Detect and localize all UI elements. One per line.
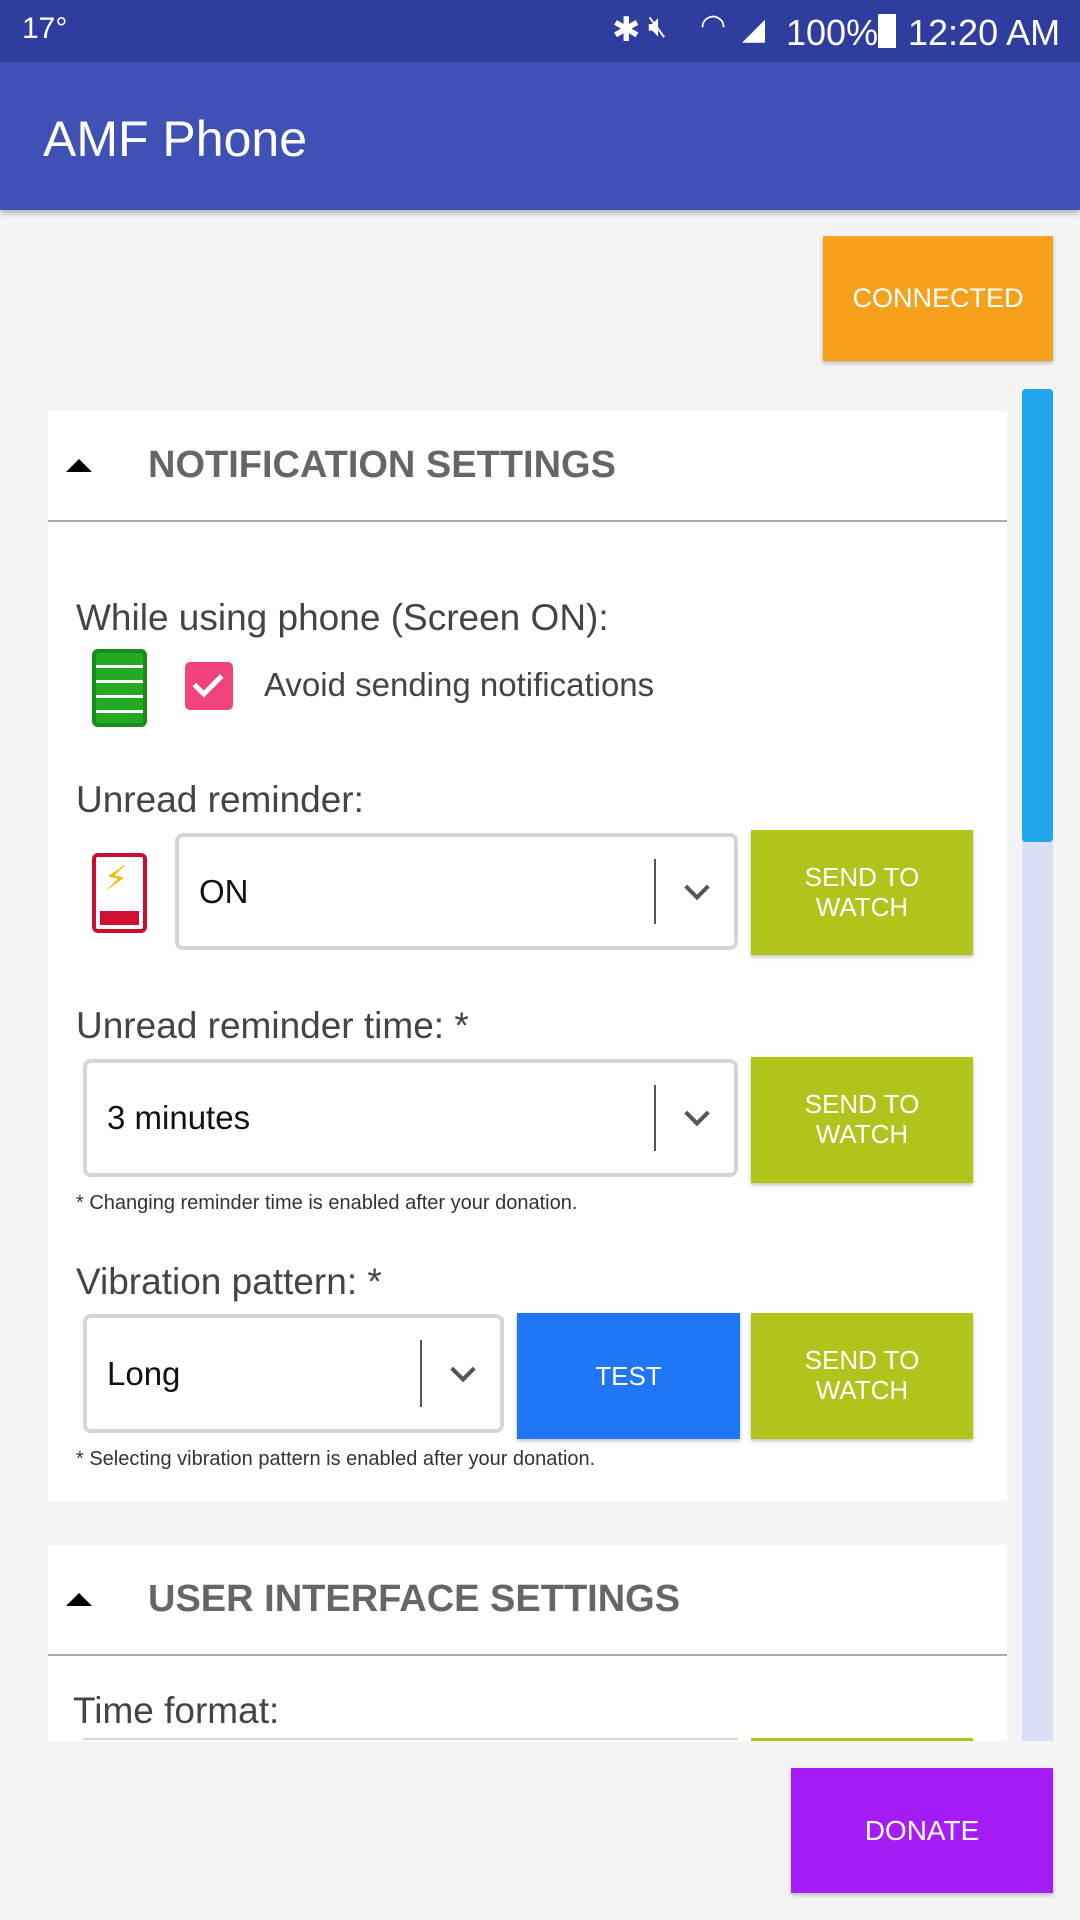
- test-vibration-button[interactable]: TEST: [517, 1313, 740, 1439]
- reminder-time-note: * Changing reminder time is enabled afte…: [76, 1192, 578, 1214]
- avoid-notifications-label: Avoid sending notifications: [264, 666, 655, 703]
- unread-reminder-label: Unread reminder:: [76, 779, 364, 820]
- donate-button[interactable]: DONATE: [791, 1768, 1053, 1893]
- vibration-label: Vibration pattern: *: [76, 1261, 382, 1302]
- chevron-down-icon: [684, 1100, 710, 1127]
- unread-reminder-select[interactable]: ON: [175, 833, 738, 950]
- reminder-time-select[interactable]: 3 minutes: [83, 1059, 738, 1177]
- vibration-pattern-select[interactable]: Long: [83, 1314, 504, 1433]
- vibration-note: * Selecting vibration pattern is enabled…: [76, 1448, 596, 1470]
- notification-settings-header[interactable]: NOTIFICATION SETTINGS: [48, 411, 1007, 522]
- temperature: 17°: [22, 12, 68, 45]
- battery-percent: 100%: [786, 12, 879, 53]
- checkmark-icon: [192, 666, 224, 698]
- chevron-down-icon: [684, 874, 710, 900]
- signal-icon: ◢: [742, 13, 766, 46]
- send-vibration-to-watch-button[interactable]: SEND TO WATCH: [751, 1313, 973, 1439]
- selected-value: ON: [199, 872, 249, 910]
- send-time-format-button[interactable]: [751, 1738, 973, 1741]
- reminder-time-label: Unread reminder time: *: [76, 1005, 469, 1046]
- section-title: USER INTERFACE SETTINGS: [148, 1578, 681, 1620]
- send-time-to-watch-button[interactable]: SEND TO WATCH: [751, 1057, 973, 1183]
- chevron-down-icon: [450, 1356, 476, 1382]
- status-bar: 17° ✱ 🔇︎ ◠ ◢ 100% 12:20 AM: [0, 0, 1080, 62]
- battery-low-fill: [100, 911, 139, 925]
- bluetooth-icon: ✱: [612, 11, 641, 49]
- connected-button[interactable]: CONNECTED: [823, 236, 1053, 361]
- collapse-arrow-icon[interactable]: [66, 459, 92, 472]
- selected-value: 3 minutes: [107, 1099, 251, 1136]
- time-format-label: Time format:: [73, 1690, 280, 1731]
- battery-full-icon: [92, 649, 147, 727]
- clock: 12:20 AM: [908, 12, 1061, 53]
- lightning-icon: ⚡︎: [104, 860, 128, 898]
- battery-charging-icon: ⚡︎: [92, 853, 147, 933]
- app-title: AMF Phone: [43, 111, 308, 167]
- send-reminder-to-watch-button[interactable]: SEND TO WATCH: [751, 830, 973, 955]
- scrollbar-track[interactable]: [1022, 389, 1053, 1741]
- collapse-arrow-icon[interactable]: [66, 1593, 92, 1606]
- section-title: NOTIFICATION SETTINGS: [148, 444, 616, 486]
- ui-settings-header[interactable]: USER INTERFACE SETTINGS: [48, 1545, 1007, 1656]
- time-format-select[interactable]: [83, 1738, 738, 1741]
- selected-value: Long: [107, 1354, 181, 1392]
- screen-on-label: While using phone (Screen ON):: [76, 597, 609, 638]
- mute-vibrate-icon: 🔇︎: [648, 10, 667, 43]
- avoid-notifications-checkbox[interactable]: [185, 662, 233, 710]
- app-bar: AMF Phone: [0, 62, 1080, 210]
- battery-icon: [878, 14, 896, 48]
- user-interface-settings-card: USER INTERFACE SETTINGS Time format:: [48, 1545, 1007, 1741]
- scrollbar-thumb[interactable]: [1022, 389, 1053, 842]
- wifi-icon: ◠: [700, 9, 727, 42]
